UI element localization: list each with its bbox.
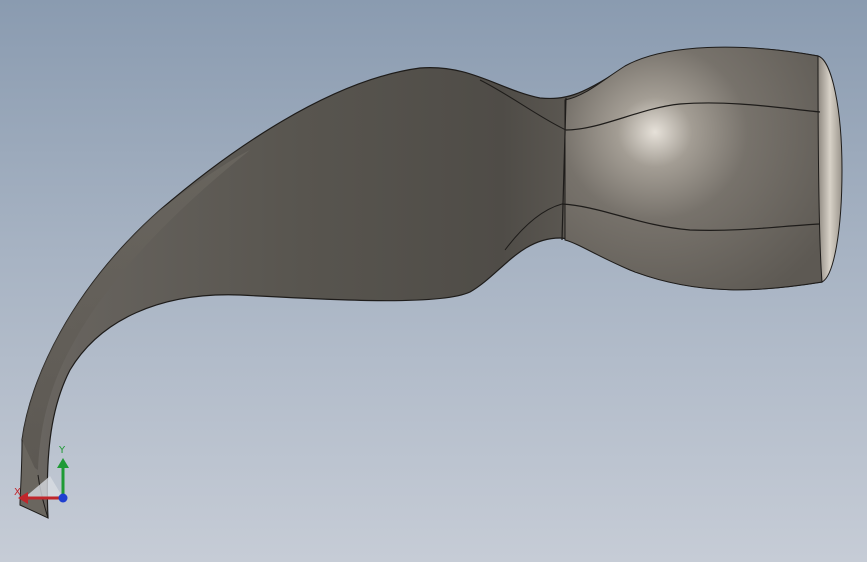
y-axis-label: Y: [58, 445, 66, 456]
y-axis-arrow: [57, 458, 69, 468]
head-bulb-surface: [564, 46, 823, 291]
z-axis-dot: [58, 493, 68, 503]
hammer-head-model[interactable]: [0, 0, 867, 562]
axis-triad: Y X: [14, 445, 69, 504]
graphics-viewport[interactable]: Y X: [0, 0, 867, 562]
triad-plane: [24, 476, 62, 498]
striking-face[interactable]: [817, 55, 843, 283]
x-axis-label: X: [14, 487, 21, 498]
